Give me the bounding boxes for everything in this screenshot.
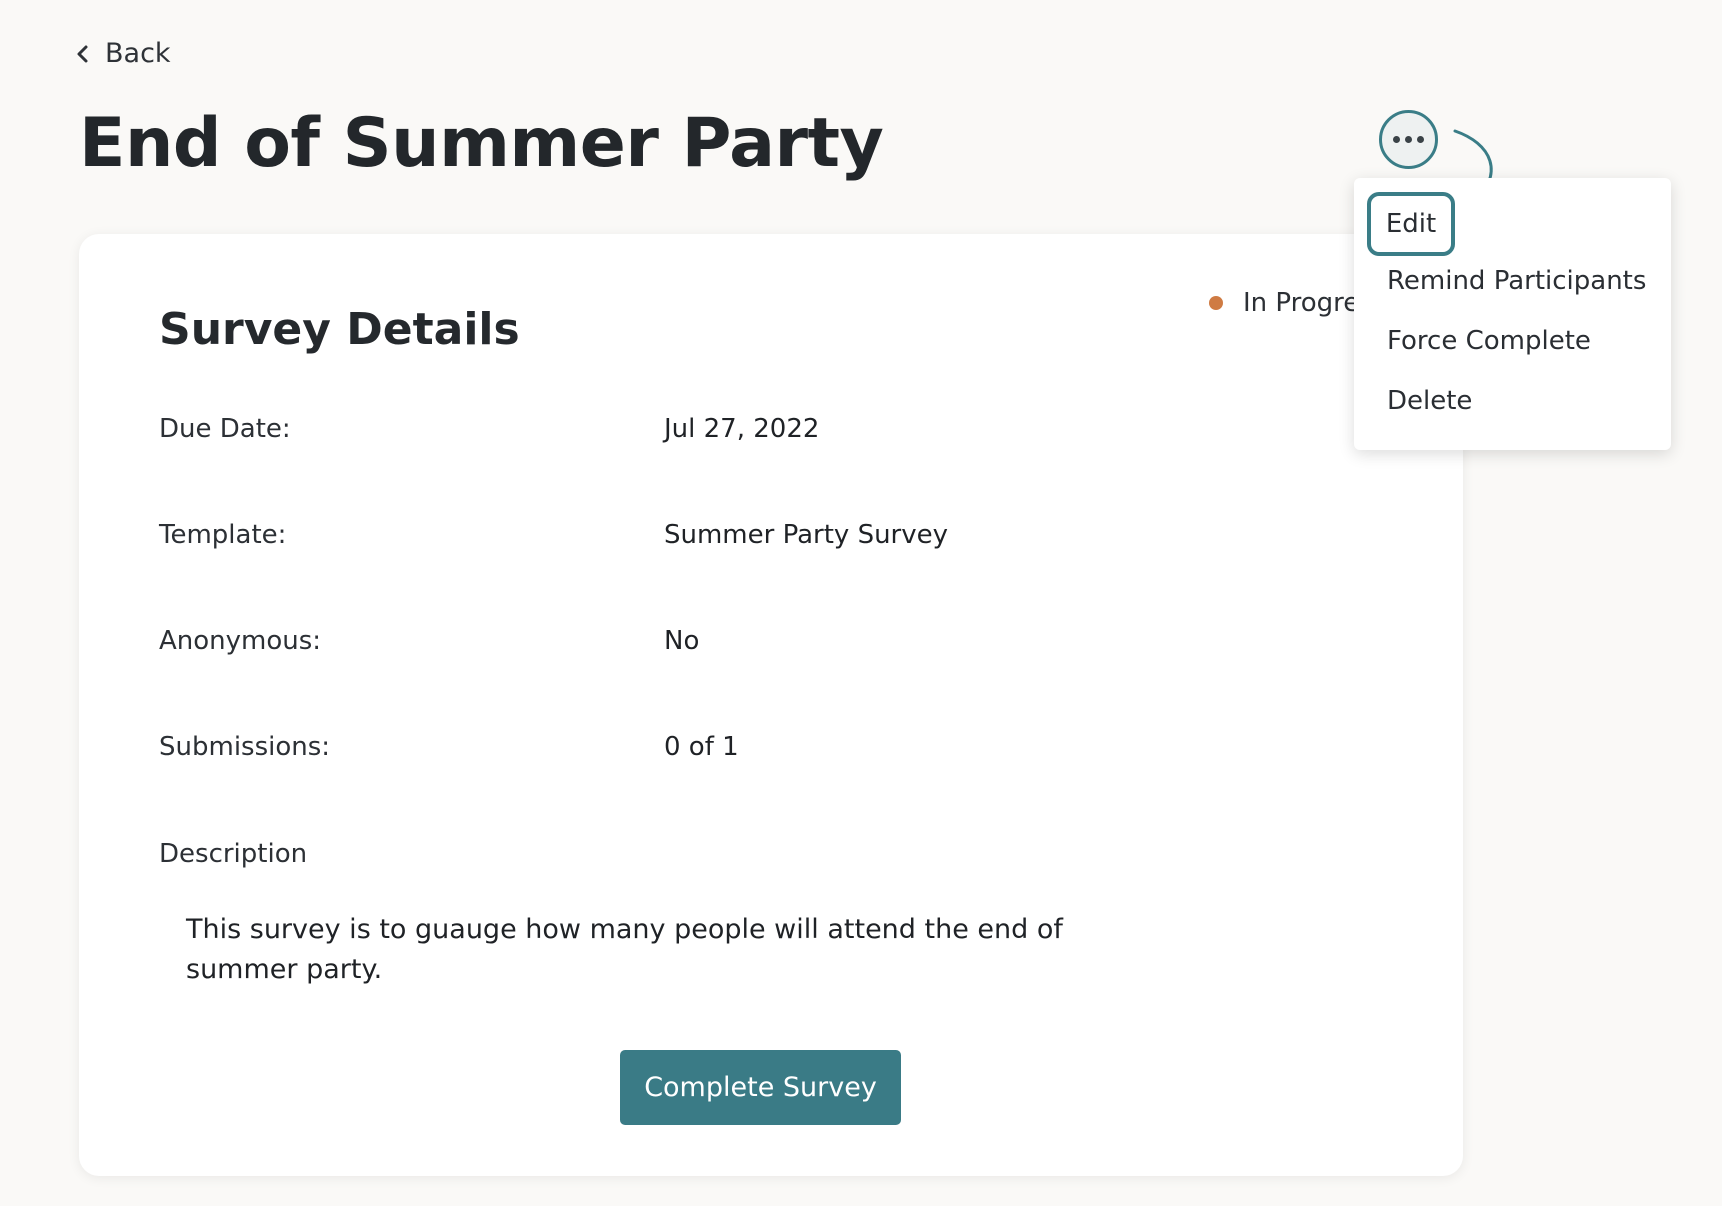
menu-item-edit[interactable]: Edit [1367,192,1455,256]
chevron-left-icon [77,45,88,62]
menu-item-force-complete[interactable]: Force Complete [1387,326,1591,356]
back-link[interactable]: Back [75,38,171,69]
more-options-menu: Edit Remind Participants Force Complete … [1354,178,1671,450]
detail-value: Jul 27, 2022 [664,414,820,444]
detail-label: Anonymous: [159,626,322,656]
detail-value: Summer Party Survey [664,520,949,550]
more-horizontal-icon-dot [1417,136,1424,143]
survey-details-card: Survey Details In Progress Due Date: Jul… [79,234,1463,1176]
more-options-button[interactable] [1379,110,1438,169]
card-title: Survey Details [159,304,520,355]
back-label: Back [105,38,171,69]
page-title: End of Summer Party [79,104,884,183]
detail-value: 0 of 1 [664,732,739,762]
description-label: Description [159,839,308,869]
description-text: This survey is to guauge how many people… [186,914,1063,985]
more-horizontal-icon-dot [1393,136,1400,143]
detail-value: No [664,626,700,656]
detail-label: Submissions: [159,732,331,762]
status-dot-icon [1209,296,1223,310]
survey-detail-page: Back End of Summer Party Survey Details … [0,0,1722,1206]
complete-survey-button[interactable]: Complete Survey [620,1050,901,1125]
menu-item-remind-participants[interactable]: Remind Participants [1387,266,1646,296]
menu-item-delete[interactable]: Delete [1387,386,1472,416]
detail-label: Due Date: [159,414,291,444]
detail-label: Template: [159,520,287,550]
more-horizontal-icon-dot [1405,136,1412,143]
